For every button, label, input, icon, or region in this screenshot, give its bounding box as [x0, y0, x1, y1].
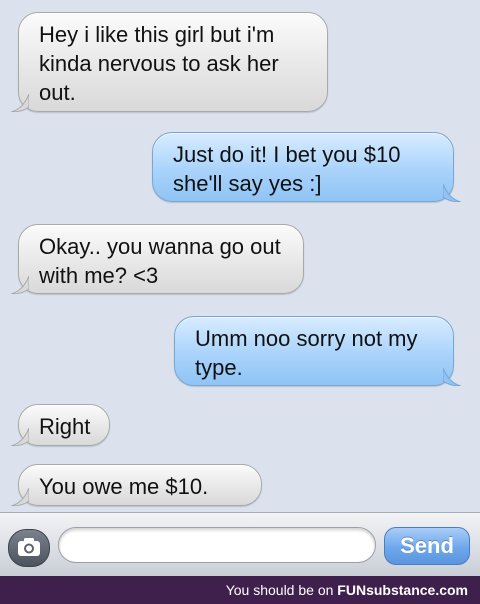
compose-bar: Send — [0, 512, 480, 577]
message-text: You owe me $10. — [39, 474, 209, 499]
bubble-tail — [11, 428, 29, 446]
bubble-tail — [11, 276, 29, 294]
message-text: Just do it! I bet you $10 she'll say yes… — [173, 142, 401, 196]
message-bubble-received: You owe me $10. — [11, 464, 262, 506]
message-bubble-received: Okay.. you wanna go out with me? <3 — [11, 224, 304, 294]
message-thread: Hey i like this girl but i'm kinda nervo… — [0, 0, 480, 512]
message-text: Right — [39, 414, 91, 439]
bubble-tail — [443, 368, 461, 386]
bubble-tail — [11, 94, 29, 112]
watermark-brand: FUNsubstance.com — [337, 582, 468, 598]
message-bubble-received: Hey i like this girl but i'm kinda nervo… — [11, 12, 328, 112]
bubble-tail — [443, 184, 461, 202]
message-input[interactable] — [58, 527, 376, 563]
message-text: Hey i like this girl but i'm kinda nervo… — [39, 22, 279, 105]
message-text: Umm noo sorry not my type. — [195, 326, 418, 380]
camera-icon — [18, 538, 40, 556]
message-bubble-received: Right — [11, 404, 110, 446]
message-text: Okay.. you wanna go out with me? <3 — [39, 234, 281, 288]
camera-button[interactable] — [8, 529, 50, 567]
send-button[interactable]: Send — [384, 527, 470, 565]
watermark-text: You should be on — [225, 582, 334, 598]
message-bubble-sent: Umm noo sorry not my type. — [174, 316, 461, 386]
watermark-bar: You should be on FUNsubstance.com — [0, 576, 480, 604]
bubble-tail — [11, 488, 29, 506]
message-bubble-sent: Just do it! I bet you $10 she'll say yes… — [152, 132, 461, 202]
